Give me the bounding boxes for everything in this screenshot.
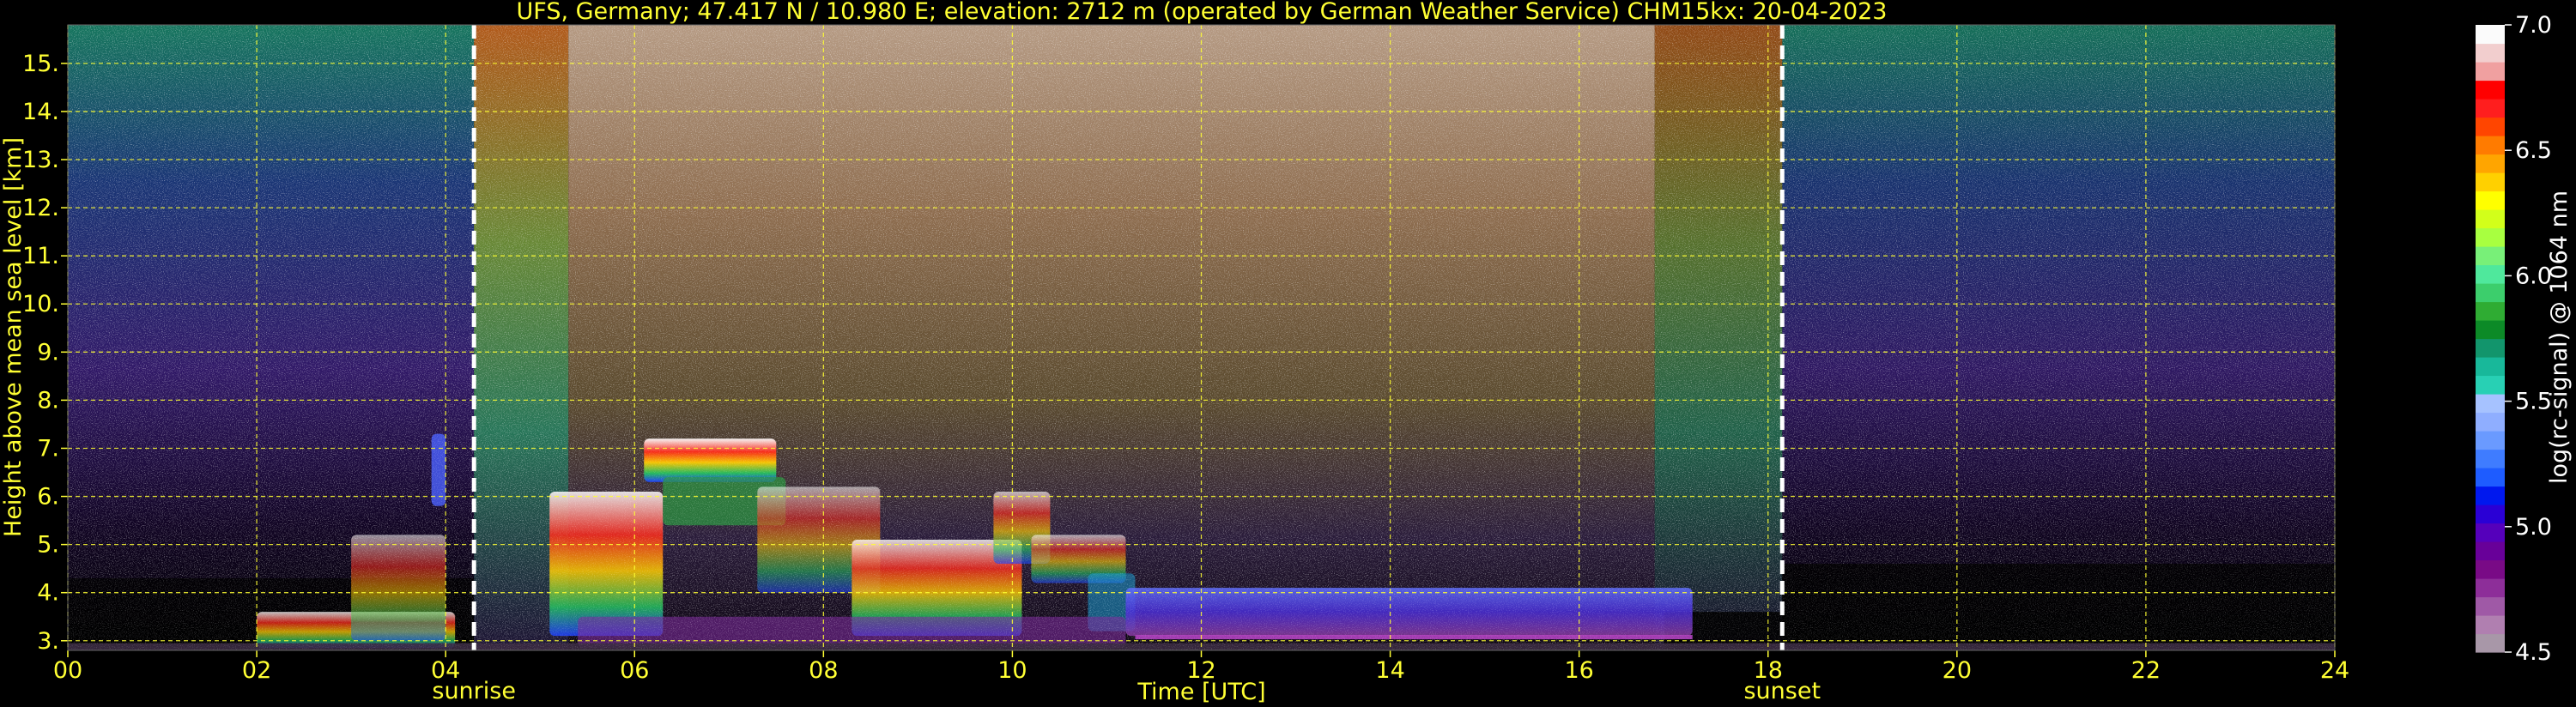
y-tick-label: 13. xyxy=(22,147,59,173)
colorbar-segment xyxy=(2476,172,2505,192)
colorbar-segment xyxy=(2476,615,2505,635)
x-tick-label: 00 xyxy=(53,657,82,684)
y-tick-label: 8. xyxy=(37,387,59,414)
colorbar-segment xyxy=(2476,62,2505,82)
x-tick-label: 06 xyxy=(620,657,649,684)
colorbar-tick-label: 7.0 xyxy=(2515,12,2552,39)
colorbar-segment xyxy=(2476,209,2505,229)
colorbar-segment xyxy=(2476,338,2505,358)
colorbar-segment xyxy=(2476,25,2505,45)
x-tick-label: 08 xyxy=(809,657,838,684)
x-tick-label: 24 xyxy=(2320,657,2349,684)
y-tick-label: 7. xyxy=(37,435,59,462)
colorbar-segment xyxy=(2476,117,2505,136)
colorbar-segment xyxy=(2476,394,2505,414)
x-tick-label: 22 xyxy=(2131,657,2161,684)
x-tick-label: 10 xyxy=(997,657,1027,684)
colorbar-segment xyxy=(2476,468,2505,487)
colorbar-tick-label: 5.0 xyxy=(2515,514,2552,541)
x-tick-label: 18 xyxy=(1754,657,1783,684)
colorbar-tick-label: 4.5 xyxy=(2515,639,2552,666)
y-tick-label: 4. xyxy=(37,580,59,607)
y-tick-label: 9. xyxy=(37,339,59,366)
colorbar-segment xyxy=(2476,190,2505,210)
colorbar-segment xyxy=(2476,320,2505,340)
colorbar-segment xyxy=(2476,375,2505,395)
colorbar-segment xyxy=(2476,246,2505,266)
colorbar-segment xyxy=(2476,505,2505,524)
x-tick-label: 04 xyxy=(431,657,460,684)
colorbar-segment xyxy=(2476,357,2505,377)
colorbar-segment xyxy=(2476,412,2505,432)
y-tick-label: 14. xyxy=(22,99,59,125)
colorbar-segment xyxy=(2476,523,2505,542)
x-axis-label: Time [UTC] xyxy=(1136,679,1265,705)
colorbar-segment xyxy=(2476,301,2505,321)
colorbar-tick-label: 6.5 xyxy=(2515,137,2552,164)
colorbar-segment xyxy=(2476,449,2505,468)
y-tick-label: 12. xyxy=(22,195,59,221)
colorbar-segment xyxy=(2476,80,2505,100)
y-tick-label: 3. xyxy=(37,628,59,655)
colorbar-segment xyxy=(2476,283,2505,303)
x-tick-label: 20 xyxy=(1943,657,1972,684)
y-tick-label: 5. xyxy=(37,532,59,559)
y-axis-label: Height above mean sea level [km] xyxy=(0,137,27,537)
colorbar-segment xyxy=(2476,43,2505,63)
y-tick-label: 10. xyxy=(22,291,59,317)
y-tick-label: 11. xyxy=(22,243,59,269)
x-tick-label: 02 xyxy=(242,657,271,684)
colorbar-segment xyxy=(2476,541,2505,561)
colorbar-segment xyxy=(2476,559,2505,579)
chart-title: UFS, Germany; 47.417 N / 10.980 E; eleva… xyxy=(517,0,1888,25)
x-tick-label: 14 xyxy=(1375,657,1404,684)
colorbar-segment xyxy=(2476,154,2505,173)
colorbar-segment xyxy=(2476,99,2505,118)
y-tick-label: 15. xyxy=(22,51,59,77)
colorbar-segment xyxy=(2476,596,2505,616)
colorbar-segment xyxy=(2476,633,2505,653)
y-tick-label: 6. xyxy=(37,484,59,511)
colorbar-segment xyxy=(2476,227,2505,247)
ceilometer-chart: sunrise sunset 00 02 04 06 08 10 12 14 16 18 20 22 24… xyxy=(0,0,2573,705)
x-tick-label: 16 xyxy=(1564,657,1593,684)
colorbar-label: log(rc-signal) @ 1064 nm xyxy=(2546,190,2573,484)
colorbar-segment xyxy=(2476,264,2505,284)
colorbar-segment xyxy=(2476,431,2505,450)
colorbar-segment xyxy=(2476,486,2505,505)
colorbar-segment xyxy=(2476,136,2505,155)
colorbar: 4.55.05.56.06.57.0 xyxy=(2476,12,2552,666)
colorbar-segment xyxy=(2476,578,2505,598)
